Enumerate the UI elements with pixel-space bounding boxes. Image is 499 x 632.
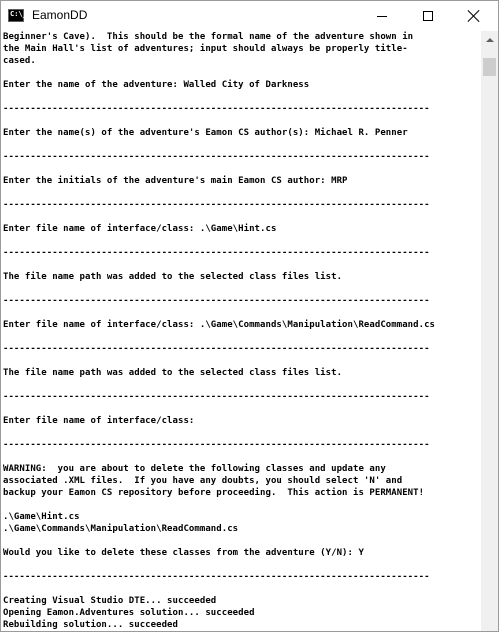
maximize-icon — [423, 11, 433, 21]
console-line: Would you like to delete these classes f… — [3, 548, 364, 558]
console-line: Creating Visual Studio DTE... succeeded — [3, 596, 217, 606]
console-line: ----------------------------------------… — [3, 152, 430, 162]
console-line: Enter file name of interface/class: — [3, 416, 195, 426]
console-line: Enter file name of interface/class: .\Ga… — [3, 224, 277, 234]
console-line: Enter file name of interface/class: .\Ga… — [3, 320, 436, 330]
console-line: ----------------------------------------… — [3, 344, 430, 354]
minimize-icon — [377, 15, 387, 17]
console-line: backup your Eamon CS repository before p… — [3, 488, 425, 498]
console-line: The file name path was added to the sele… — [3, 368, 343, 378]
console-line: ----------------------------------------… — [3, 104, 430, 114]
console-line: associated .XML files. If you have any d… — [3, 476, 403, 486]
console-line: Rebuilding solution... succeeded — [3, 620, 178, 630]
console-line: ----------------------------------------… — [3, 440, 430, 450]
console-app-icon[interactable]: C:\_ — [8, 9, 27, 22]
scroll-up-button[interactable] — [481, 31, 498, 48]
maximize-button[interactable] — [405, 1, 451, 31]
console-line: Enter the name(s) of the adventure's Eam… — [3, 128, 408, 138]
icon-glyph: C:\_ — [10, 10, 27, 18]
console-output[interactable]: Beginner's Cave). This should be the for… — [1, 31, 481, 631]
console-line: ----------------------------------------… — [3, 200, 430, 210]
close-icon — [468, 10, 480, 22]
chevron-up-icon — [485, 37, 494, 42]
console-line: the Main Hall's list of adventures; inpu… — [3, 44, 408, 54]
console-line: Beginner's Cave). This should be the for… — [3, 32, 414, 42]
console-text: Beginner's Cave). This should be the for… — [1, 31, 481, 631]
console-line: ----------------------------------------… — [3, 296, 430, 306]
console-line: ----------------------------------------… — [3, 392, 430, 402]
console-line: Enter the initials of the adventure's ma… — [3, 176, 348, 186]
console-window: C:\_ EamonDD Beginner's Cave). This shou… — [0, 0, 499, 632]
console-line: .\Game\Hint.cs — [3, 512, 80, 522]
console-line: Opening Eamon.Adventures solution... suc… — [3, 608, 255, 618]
console-line: cased. — [3, 56, 36, 66]
scroll-thumb[interactable] — [483, 58, 496, 76]
console-line: ----------------------------------------… — [3, 248, 430, 258]
close-button[interactable] — [451, 1, 497, 31]
console-line: WARNING: you are about to delete the fol… — [3, 464, 386, 474]
window-title: EamonDD — [32, 8, 88, 22]
minimize-button[interactable] — [359, 1, 405, 31]
console-line: ----------------------------------------… — [3, 572, 430, 582]
title-bar[interactable]: C:\_ EamonDD — [1, 1, 498, 31]
console-line: .\Game\Commands\Manipulation\ReadCommand… — [3, 524, 239, 534]
console-line: Enter the name of the adventure: Walled … — [3, 80, 310, 90]
console-line: The file name path was added to the sele… — [3, 272, 343, 282]
vertical-scrollbar[interactable] — [481, 31, 498, 631]
